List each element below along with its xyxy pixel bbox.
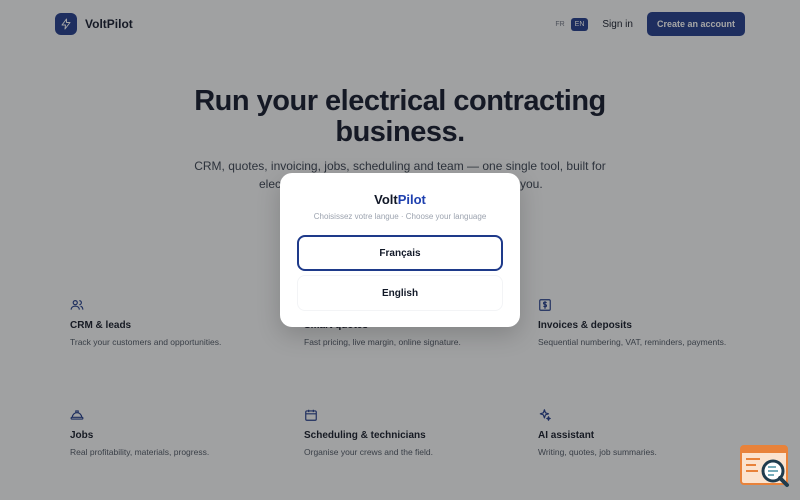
modal-brand-volt: Volt — [374, 192, 398, 207]
language-modal: VoltPilot Choisissez votre langue · Choo… — [280, 173, 520, 327]
search-widget-icon[interactable] — [740, 444, 790, 488]
english-button[interactable]: English — [297, 275, 503, 311]
francais-button[interactable]: Français — [297, 235, 503, 271]
modal-brand: VoltPilot — [280, 192, 520, 207]
modal-brand-pilot: Pilot — [397, 192, 426, 207]
modal-subtitle: Choisissez votre langue · Choose your la… — [313, 212, 487, 221]
